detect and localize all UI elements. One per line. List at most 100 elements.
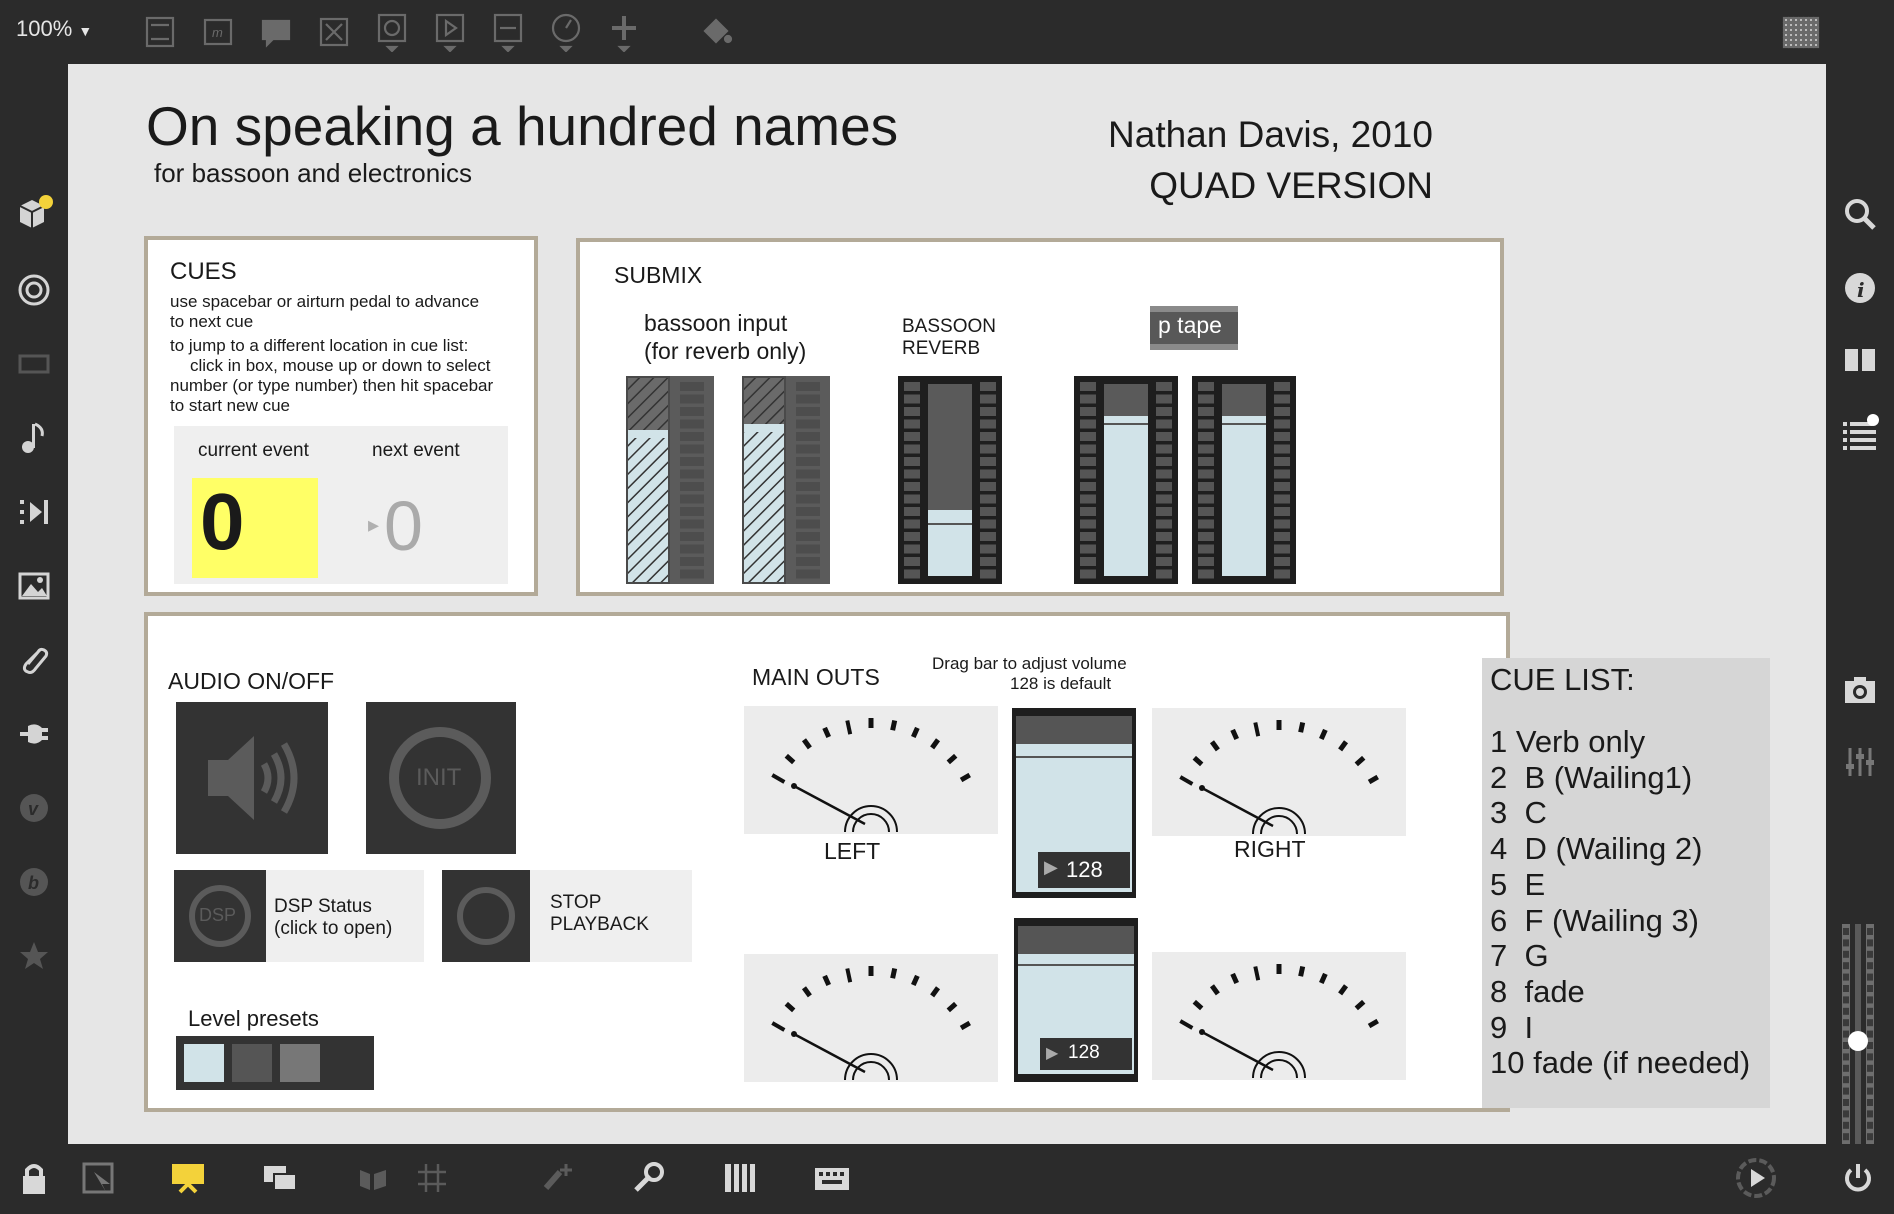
music-note-icon[interactable] [14, 418, 54, 458]
toggle-icon[interactable] [314, 12, 354, 52]
presentation-icon[interactable] [140, 12, 180, 52]
grid-icon[interactable] [410, 1158, 454, 1198]
right-sidebar: i [1826, 64, 1894, 1200]
init-label: INIT [416, 764, 462, 791]
vu-meter-right [1152, 708, 1406, 836]
level-presets[interactable] [176, 1036, 374, 1090]
star-icon[interactable] [14, 936, 54, 976]
paperclip-icon[interactable] [14, 640, 54, 680]
volume-number-rear[interactable]: ▶ 128 [1040, 1038, 1132, 1070]
left-channel-label: LEFT [824, 838, 881, 864]
next-event-value: 0 [384, 487, 423, 565]
cue-list-item: 3 C [1490, 795, 1547, 831]
zoom-dropdown[interactable]: 100% ▼ [16, 16, 92, 42]
stop-playback-label: STOP [550, 892, 602, 913]
next-event-number[interactable]: ▸ 0 [368, 478, 488, 578]
current-event-label: current event [198, 440, 309, 461]
lock-icon[interactable] [12, 1158, 56, 1198]
target-icon[interactable] [14, 270, 54, 310]
play-circle-icon[interactable] [1734, 1158, 1778, 1198]
v-icon[interactable]: v [14, 788, 54, 828]
cues-heading: CUES [170, 258, 237, 285]
audio-toggle-button[interactable] [176, 702, 328, 854]
cues-panel: CUES use spacebar or airturn pedal to ad… [144, 236, 538, 596]
stop-playback-button[interactable]: STOP PLAYBACK [442, 870, 692, 962]
current-event-number[interactable]: 0 [192, 477, 318, 578]
p-tape-label: p tape [1158, 312, 1222, 338]
camera-icon[interactable] [1838, 668, 1882, 712]
cue-list-heading: CUE LIST: [1490, 662, 1635, 697]
stop-playback-label: PLAYBACK [550, 914, 649, 935]
image-icon[interactable] [14, 566, 54, 606]
cues-instruction: to start new cue [170, 396, 291, 415]
volume-number-front[interactable]: ▶ 128 [1038, 852, 1130, 888]
stop-ring-icon [457, 887, 515, 945]
dsp-status-label: DSP Status [274, 896, 372, 917]
next-event-label: next event [372, 440, 460, 461]
init-button[interactable]: INIT [366, 702, 516, 854]
media-icon[interactable] [14, 492, 54, 532]
dsp-status-button[interactable]: DSP DSP Status (click to open) [174, 870, 424, 962]
current-event-value: 0 [200, 477, 245, 566]
keyboard-icon[interactable] [810, 1158, 854, 1198]
grid-icon[interactable] [1778, 12, 1822, 52]
message-icon[interactable]: m [198, 12, 238, 52]
b-icon[interactable]: b [14, 862, 54, 902]
cue-list-item: 10 fade (if needed) [1490, 1045, 1751, 1081]
cues-instruction: to next cue [170, 312, 254, 331]
version-label: QUAD VERSION [1149, 165, 1433, 206]
event-box: current event next event 0 ▸ 0 [174, 426, 508, 584]
power-icon[interactable] [1836, 1158, 1880, 1198]
play-icon[interactable] [430, 12, 470, 52]
dsp-status-label: (click to open) [274, 918, 393, 939]
patch-title: On speaking a hundred names [146, 95, 899, 157]
vu-meter-rear-left [744, 954, 998, 1082]
cue-list: 1 Verb only 2 B (Wailing1) 3 C4 D (Wailing… [1490, 724, 1750, 1081]
patch-subtitle: for bassoon and electronics [154, 158, 472, 188]
tape-level-slider-2[interactable] [1192, 376, 1296, 584]
cue-list-item: 1 Verb only [1490, 724, 1646, 759]
presentation-mode-icon[interactable] [166, 1158, 210, 1198]
hide-icon[interactable] [352, 1158, 396, 1198]
volume-fader-front[interactable]: ▶ 128 [1012, 708, 1136, 898]
preset-slot-1[interactable] [184, 1044, 224, 1082]
paint-bucket-icon[interactable] [696, 12, 736, 52]
preset-slot-2[interactable] [232, 1044, 272, 1082]
triangle-icon: ▸ [368, 512, 380, 537]
comment-icon[interactable] [256, 12, 296, 52]
cue-list-item: 5 E [1490, 866, 1546, 902]
chevron-down-icon: ▼ [78, 23, 93, 39]
submix-panel: SUBMIX bassoon input (for reverb only) B… [576, 238, 1504, 596]
piano-icon[interactable] [718, 1158, 762, 1198]
reverb-level-slider[interactable] [898, 376, 1002, 584]
patcher-canvas: On speaking a hundred names for bassoon … [68, 64, 1826, 1144]
tape-level-slider-1[interactable] [1074, 376, 1178, 584]
bassoon-input-label: (for reverb only) [644, 338, 807, 364]
button-icon[interactable] [372, 12, 412, 52]
mixer-icon[interactable] [1838, 740, 1882, 784]
columns-icon[interactable] [1838, 338, 1882, 382]
search-icon[interactable] [1838, 192, 1882, 236]
bassoon-gain-slider-1[interactable] [626, 376, 714, 584]
plug-icon[interactable] [14, 714, 54, 754]
svg-text:i: i [1857, 278, 1865, 302]
zoom-value: 100% [16, 16, 73, 41]
p-tape-subpatcher[interactable]: p tape [1150, 306, 1238, 350]
windows-icon[interactable] [258, 1158, 302, 1198]
triangle-icon: ▶ [1044, 857, 1058, 877]
film-icon[interactable] [14, 344, 54, 384]
plus-icon[interactable] [604, 12, 644, 52]
wrench-icon[interactable] [626, 1158, 670, 1198]
preset-slot-3[interactable] [280, 1044, 320, 1082]
edit-mode-icon[interactable] [76, 1158, 120, 1198]
package-icon[interactable] [14, 194, 54, 234]
svg-text:b: b [28, 873, 39, 893]
bassoon-gain-slider-2[interactable] [742, 376, 830, 584]
info-icon[interactable]: i [1838, 266, 1882, 310]
volume-value: 128 [1066, 857, 1103, 882]
dial-icon[interactable] [546, 12, 586, 52]
list-icon[interactable] [1838, 410, 1882, 454]
volume-fader-rear[interactable]: ▶ 128 [1014, 918, 1138, 1082]
slider-icon[interactable] [488, 12, 528, 52]
add-icon[interactable] [534, 1158, 578, 1198]
